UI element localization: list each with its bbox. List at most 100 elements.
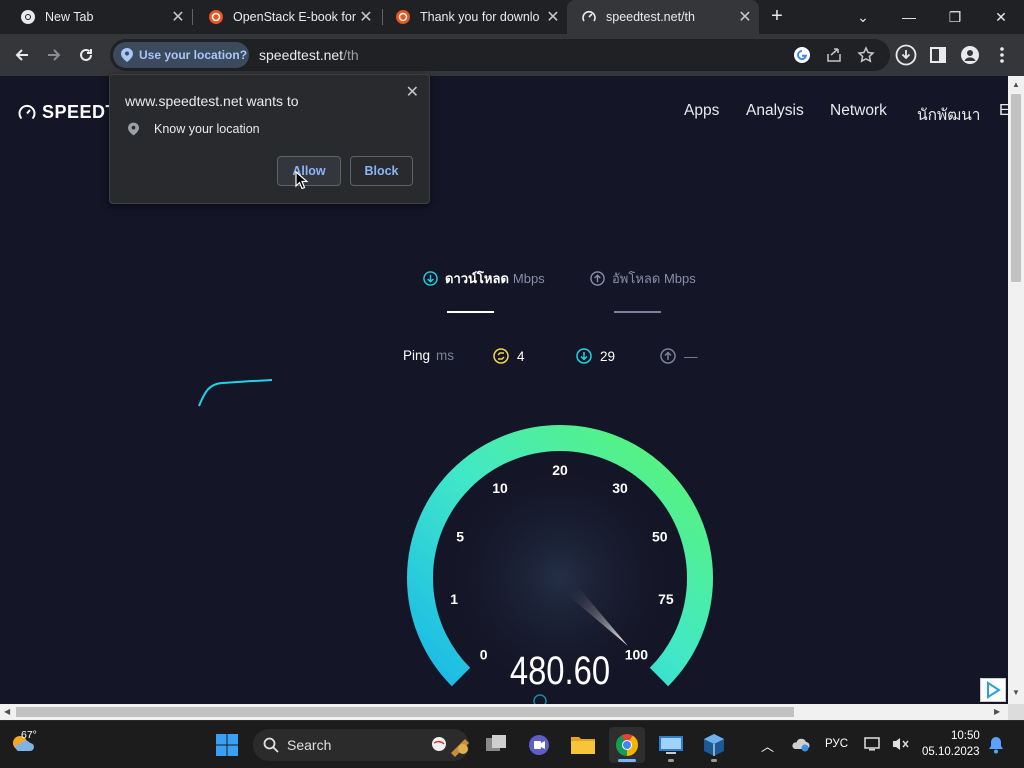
ad-choices-badge[interactable] — [980, 678, 1006, 702]
tab-openstack-ebook[interactable]: OpenStack E-book for ✕ — [188, 0, 380, 34]
profile-icon — [961, 46, 979, 64]
search-highlight-icon — [432, 737, 469, 757]
horizontal-scroll-thumb[interactable] — [16, 707, 794, 717]
file-explorer-button[interactable] — [565, 727, 601, 763]
task-view-button[interactable] — [478, 727, 514, 763]
ping-idle-icon — [493, 348, 509, 364]
share-button[interactable] — [825, 46, 843, 69]
nav-analysis[interactable]: Analysis — [746, 102, 804, 120]
notifications-button[interactable] — [988, 736, 1004, 759]
tab-title: OpenStack E-book for — [233, 10, 356, 24]
download-label: ดาวน์โหลด — [445, 271, 509, 286]
forward-button[interactable] — [40, 41, 68, 69]
chrome-taskbar-button[interactable] — [609, 727, 645, 763]
address-bar[interactable]: Use your location? speedtest.net/th — [110, 39, 890, 71]
network-icon — [864, 737, 880, 751]
windows-icon — [216, 734, 238, 756]
horizontal-scrollbar[interactable]: ◀ ▶ — [0, 704, 1008, 720]
arrow-right-icon — [48, 49, 61, 61]
remote-desktop-button[interactable] — [653, 727, 689, 763]
ping-upload-number: — — [684, 348, 698, 364]
cloud-icon — [792, 738, 810, 752]
ping-idle-value: 4 — [493, 348, 525, 364]
teams-chat-button[interactable] — [521, 727, 557, 763]
minimize-button[interactable]: — — [886, 0, 932, 34]
ad-choices-icon — [987, 681, 1001, 699]
clock-date[interactable]: 05.10.2023 — [922, 746, 980, 758]
tab-search-button[interactable]: ⌄ — [840, 0, 886, 34]
teams-icon — [529, 735, 549, 755]
running-app-indicator — [668, 759, 674, 762]
ping-upload-icon — [660, 348, 676, 364]
allow-button[interactable]: Allow — [277, 156, 341, 186]
ping-label: Ping — [403, 348, 431, 363]
google-lens-button[interactable] — [793, 46, 811, 69]
mouse-cursor-icon — [295, 171, 309, 190]
location-permission-popup: www.speedtest.net wants to ✕ Know your l… — [109, 74, 430, 204]
scroll-down-icon[interactable]: ▼ — [1012, 688, 1020, 697]
back-button[interactable] — [8, 41, 36, 69]
gauge-tick-label: 50 — [652, 529, 668, 545]
tab-close-icon[interactable]: ✕ — [356, 7, 376, 27]
tab-title: speedtest.net/th — [606, 10, 695, 24]
tab-close-icon[interactable]: ✕ — [543, 7, 563, 27]
bell-icon — [989, 737, 1003, 754]
windows-taskbar: 67° Search ︿ РУС 10:50 05.10.2023 — [0, 720, 1024, 768]
url-host: speedtest.net — [259, 47, 344, 63]
language-indicator[interactable]: РУС — [825, 738, 848, 750]
onedrive-tray-button[interactable] — [790, 736, 810, 757]
gauge-tick-label: 30 — [612, 480, 628, 496]
start-button[interactable] — [209, 727, 245, 763]
clock-time[interactable]: 10:50 — [951, 730, 980, 742]
vertical-scroll-thumb[interactable] — [1011, 94, 1021, 282]
speedtest-logo[interactable]: SPEEDT — [18, 102, 117, 123]
url-path: /th — [343, 47, 359, 63]
tab-speedtest[interactable]: speedtest.net/th ✕ — [567, 0, 759, 34]
ping-idle-number: 4 — [517, 348, 525, 364]
scroll-left-icon[interactable]: ◀ — [4, 707, 10, 716]
permission-close-icon[interactable]: ✕ — [406, 82, 419, 102]
upload-underline — [614, 311, 661, 313]
ping-download-icon — [576, 348, 592, 364]
speedtest-icon — [582, 10, 596, 22]
volume-muted-icon — [893, 738, 909, 750]
remote-desktop-icon — [659, 736, 683, 754]
location-permission-chip[interactable]: Use your location? — [113, 42, 249, 68]
tab-close-icon[interactable]: ✕ — [735, 7, 755, 27]
close-window-button[interactable]: ✕ — [978, 0, 1024, 34]
virtualbox-button[interactable] — [696, 727, 732, 763]
block-button[interactable]: Block — [350, 156, 413, 186]
taskbar-search-box[interactable]: Search — [253, 729, 469, 761]
restore-button[interactable]: ❐ — [932, 0, 978, 34]
new-tab-button[interactable]: + — [766, 5, 788, 29]
kebab-menu-icon — [1000, 47, 1004, 63]
nav-more[interactable]: E — [999, 102, 1008, 120]
tab-close-icon[interactable]: ✕ — [168, 7, 188, 27]
gauge-tick-label: 0 — [480, 646, 488, 662]
download-underline — [447, 311, 494, 313]
chrome-icon — [21, 10, 35, 24]
tab-new-tab[interactable]: New Tab ✕ — [0, 0, 192, 34]
side-panel-button[interactable] — [924, 41, 952, 69]
tab-thank-you[interactable]: Thank you for downlo ✕ — [375, 0, 567, 34]
scroll-right-icon[interactable]: ▶ — [994, 707, 1000, 716]
upload-label: อัพโหลด Mbps — [612, 271, 696, 286]
bookmark-button[interactable] — [857, 46, 875, 69]
network-tray-button[interactable] — [864, 736, 882, 757]
nav-network[interactable]: Network — [830, 102, 887, 120]
reload-button[interactable] — [72, 41, 100, 69]
url-text[interactable]: speedtest.net/th — [259, 47, 359, 63]
downloads-button[interactable] — [892, 41, 920, 69]
nav-apps[interactable]: Apps — [684, 102, 719, 120]
scroll-up-icon[interactable]: ▲ — [1012, 80, 1020, 89]
star-icon — [857, 46, 875, 63]
volume-tray-button[interactable] — [892, 736, 910, 757]
chrome-menu-button[interactable] — [988, 41, 1016, 69]
chrome-icon — [616, 734, 638, 756]
profile-button[interactable] — [956, 41, 984, 69]
tray-overflow-chevron-icon[interactable]: ︿ — [761, 736, 774, 755]
nav-developers[interactable]: นักพัฒนา — [917, 102, 981, 127]
vertical-scrollbar[interactable]: ▲ ▼ — [1008, 76, 1024, 704]
gauge-reading: 480.60 — [510, 648, 610, 693]
ping-label-group: Ping ms — [403, 348, 454, 363]
